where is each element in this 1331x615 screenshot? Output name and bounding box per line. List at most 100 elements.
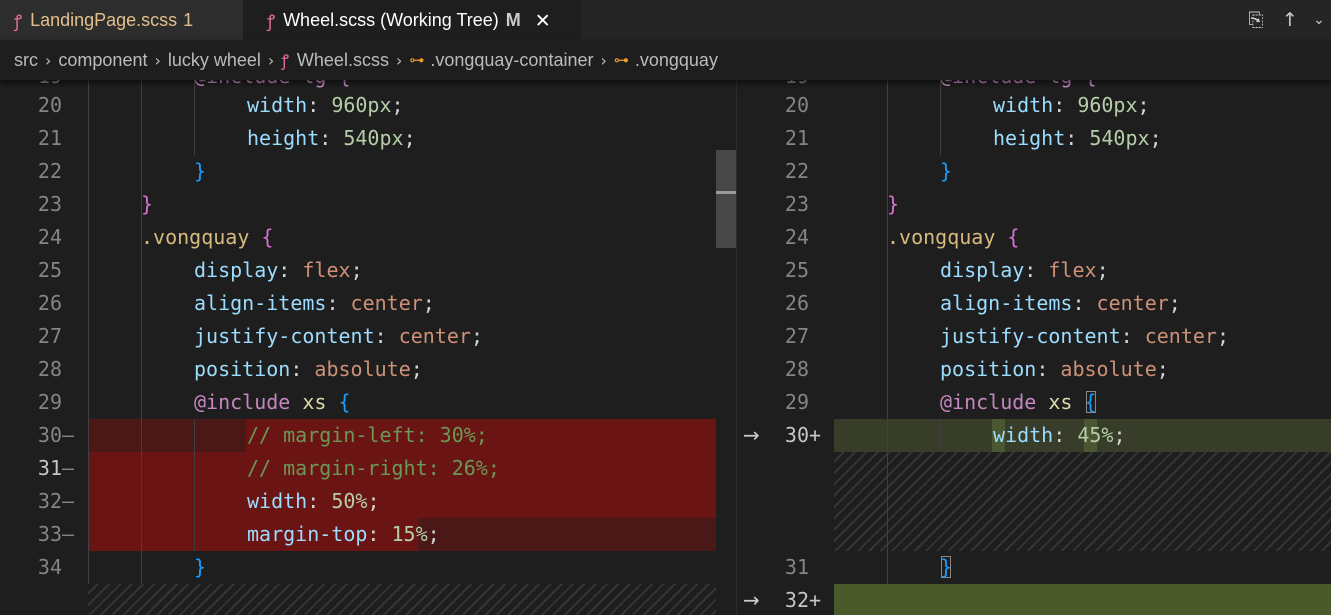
editor-actions: ⎘ ↑ ⌄ bbox=[1239, 0, 1331, 40]
removed-marker: — bbox=[62, 489, 75, 513]
breadcrumb-item-file[interactable]: Wheel.scss bbox=[297, 50, 389, 71]
added-marker: + bbox=[809, 423, 822, 447]
line-number: 30 bbox=[784, 423, 809, 447]
scss-file-icon: ꝭ bbox=[14, 11, 23, 32]
line-number: 22 bbox=[37, 159, 62, 183]
line-number: 31 bbox=[784, 555, 809, 579]
breadcrumb-item-selector[interactable]: .vongquay bbox=[635, 50, 718, 71]
breadcrumb: src › component › lucky wheel › ꝭ Wheel.… bbox=[0, 40, 1331, 80]
line-number: 24 bbox=[37, 225, 62, 249]
diff-empty-region bbox=[834, 452, 1331, 551]
tab-landingpage-scss[interactable]: ꝭ LandingPage.scss 1 bbox=[0, 0, 243, 40]
line-number: 23 bbox=[37, 192, 62, 216]
line-number: 24 bbox=[784, 225, 809, 249]
line-number: 21 bbox=[37, 126, 62, 150]
line-number: 26 bbox=[37, 291, 62, 315]
breadcrumb-item-src[interactable]: src bbox=[14, 50, 38, 71]
added-marker: + bbox=[809, 588, 822, 612]
tab-label: LandingPage.scss bbox=[30, 9, 178, 30]
tab-bar: ꝭ LandingPage.scss 1 ꝭ Wheel.scss (Worki… bbox=[0, 0, 1331, 40]
removed-marker: — bbox=[62, 522, 75, 546]
tab-label: Wheel.scss (Working Tree) bbox=[283, 10, 499, 30]
close-icon[interactable]: ✕ bbox=[535, 10, 551, 32]
line-number: 34 bbox=[37, 555, 62, 579]
line-number: 27 bbox=[784, 324, 809, 348]
code-line-deleted: width: 50%; bbox=[247, 489, 380, 513]
code-line: } bbox=[887, 192, 900, 216]
inserted-line-bg bbox=[834, 584, 1331, 615]
line-number: 33 bbox=[37, 522, 62, 546]
code-line: position: absolute; bbox=[194, 357, 423, 381]
open-file-icon[interactable]: ⎘ bbox=[1239, 0, 1273, 40]
line-number: 31 bbox=[37, 456, 62, 480]
code-line: width: 960px; bbox=[993, 93, 1150, 117]
code-line-deleted: // margin-right: 26%; bbox=[247, 456, 500, 480]
deleted-tail-bg bbox=[418, 518, 716, 551]
line-number: 26 bbox=[784, 291, 809, 315]
code-line: height: 540px; bbox=[993, 126, 1162, 150]
diff-original-pane[interactable]: 19 20 21 22 23 24 25 26 27 28 29 30 31 3… bbox=[0, 80, 736, 615]
problems-badge: 1 bbox=[183, 9, 194, 30]
code-line: } bbox=[940, 159, 953, 183]
removed-marker: — bbox=[62, 423, 75, 447]
removed-marker: — bbox=[62, 456, 75, 480]
code-line: } bbox=[940, 555, 953, 579]
line-number: 20 bbox=[37, 93, 62, 117]
code-line-deleted: // margin-left: 30%; bbox=[247, 423, 488, 447]
code-line: justify-content: center; bbox=[940, 324, 1230, 348]
symbol-class-icon: ⊶ bbox=[613, 51, 629, 69]
code-line: align-items: center; bbox=[194, 291, 435, 315]
code-line: display: flex; bbox=[940, 258, 1109, 282]
code-line: } bbox=[194, 555, 207, 579]
code-line: position: absolute; bbox=[940, 357, 1169, 381]
code-line: align-items: center; bbox=[940, 291, 1181, 315]
breadcrumb-item-lucky-wheel[interactable]: lucky wheel bbox=[168, 50, 261, 71]
scss-file-icon: ꝭ bbox=[281, 51, 289, 70]
indent-guide bbox=[887, 80, 888, 584]
code-line: } bbox=[194, 159, 207, 183]
code-line: justify-content: center; bbox=[194, 324, 484, 348]
line-number: 21 bbox=[784, 126, 809, 150]
chevron-right-icon: › bbox=[45, 50, 52, 70]
line-number: 27 bbox=[37, 324, 62, 348]
scss-file-icon: ꝭ bbox=[267, 12, 276, 32]
line-number: 25 bbox=[37, 258, 62, 282]
code-line-deleted: margin-top: 15%; bbox=[247, 522, 440, 546]
chevron-right-icon: › bbox=[600, 50, 607, 70]
line-number: 29 bbox=[784, 390, 809, 414]
line-number: 22 bbox=[784, 159, 809, 183]
diff-modified-pane[interactable]: → → 19 20 21 22 23 24 25 26 27 28 29 30 … bbox=[736, 80, 1331, 615]
tab-wheel-scss-working-tree[interactable]: ꝭ Wheel.scss (Working Tree) M ✕ bbox=[243, 0, 581, 40]
line-number: 23 bbox=[784, 192, 809, 216]
breadcrumb-item-container[interactable]: .vongquay-container bbox=[430, 50, 593, 71]
line-number: 32 bbox=[37, 489, 62, 513]
line-number: 32 bbox=[784, 588, 809, 612]
line-number: 25 bbox=[784, 258, 809, 282]
deleted-indent-bg bbox=[88, 419, 246, 452]
scrollbar-thumb[interactable] bbox=[716, 150, 736, 248]
line-number: 30 bbox=[37, 423, 62, 447]
code-line: @include xs { bbox=[194, 390, 351, 414]
indent-guide bbox=[194, 419, 195, 551]
code-line-inserted: width: 45%; bbox=[993, 423, 1126, 447]
code-line: @include xs { bbox=[940, 390, 1097, 414]
code-line: .vongquay { bbox=[141, 225, 274, 249]
breadcrumb-item-component[interactable]: component bbox=[58, 50, 147, 71]
code-line: .vongquay { bbox=[887, 225, 1020, 249]
chevron-right-icon: › bbox=[154, 50, 161, 70]
scrollbar-cursor-marker bbox=[716, 191, 736, 194]
more-icon[interactable]: ⌄ bbox=[1307, 0, 1331, 40]
symbol-class-icon: ⊶ bbox=[409, 51, 425, 69]
chevron-right-icon: › bbox=[267, 50, 275, 70]
line-number: 28 bbox=[37, 357, 62, 381]
arrow-up-icon[interactable]: ↑ bbox=[1273, 0, 1307, 40]
indent-guide bbox=[940, 419, 941, 452]
line-number: 20 bbox=[784, 93, 809, 117]
deleted-line-bg bbox=[88, 485, 716, 518]
chevron-right-icon: › bbox=[395, 50, 403, 70]
indent-guide bbox=[141, 80, 142, 584]
indent-guide bbox=[88, 80, 89, 584]
code-line: display: flex; bbox=[194, 258, 363, 282]
line-number: 29 bbox=[37, 390, 62, 414]
code-line: } bbox=[141, 192, 154, 216]
